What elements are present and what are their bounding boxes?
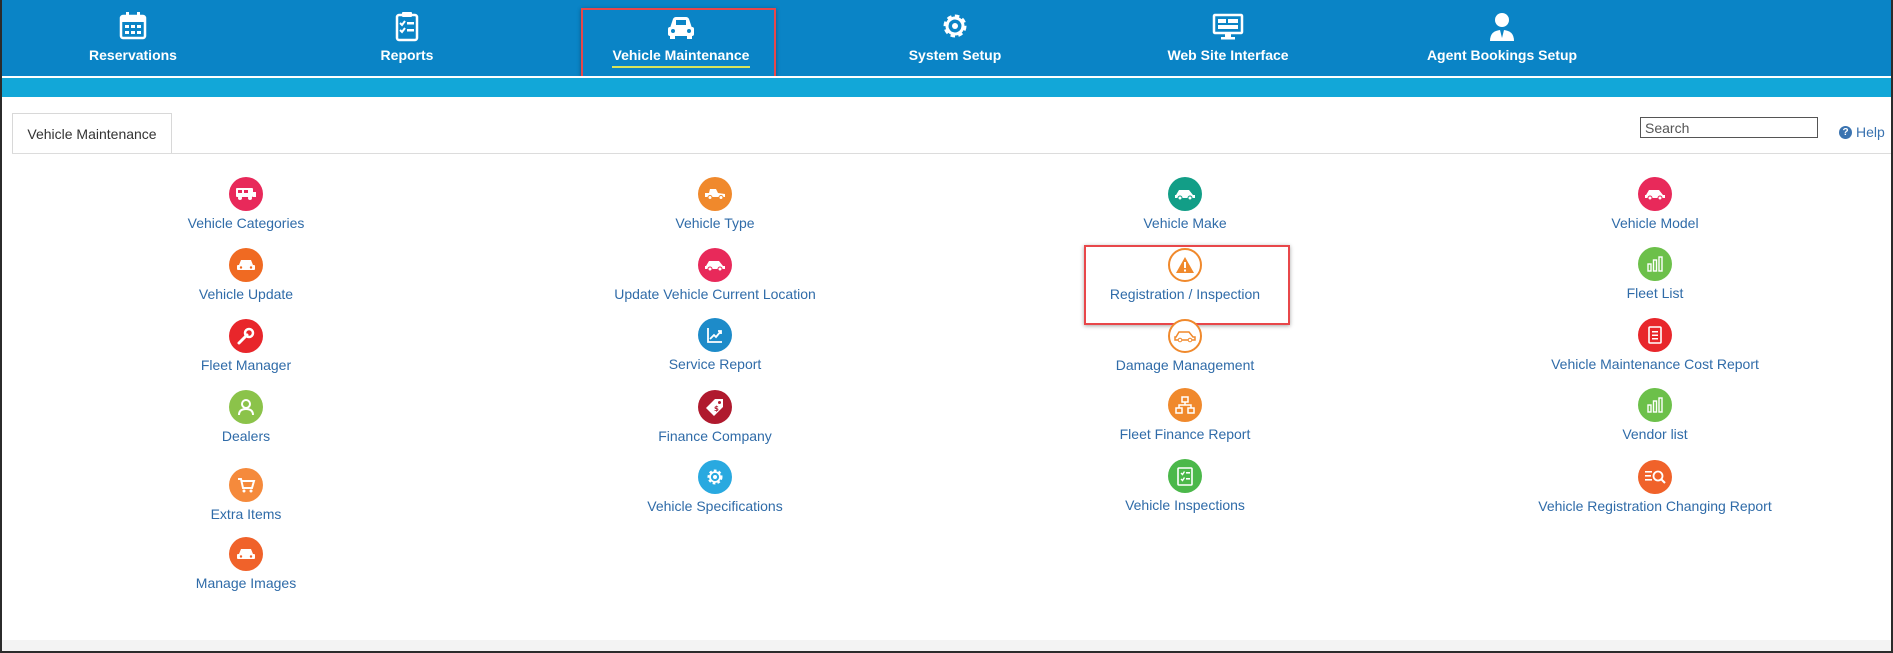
- car-front-icon: [229, 537, 263, 571]
- tab-baseline: [12, 153, 1892, 154]
- bar-chart-icon: [1638, 388, 1672, 422]
- search-list-icon: [1638, 460, 1672, 494]
- nav-label: Reservations: [89, 47, 177, 63]
- menu-item-registration-inspection[interactable]: Registration / Inspection: [1025, 248, 1345, 302]
- menu-item-label: Vehicle Inspections: [1125, 497, 1245, 513]
- car-side-icon: [698, 248, 732, 282]
- menu-item-vehicle-registration-changing-report[interactable]: Vehicle Registration Changing Report: [1495, 460, 1815, 514]
- menu-item-vehicle-specifications[interactable]: Vehicle Specifications: [555, 460, 875, 514]
- agent-icon: [1490, 13, 1514, 41]
- menu-item-service-report[interactable]: Service Report: [555, 318, 875, 372]
- document-icon: [1638, 318, 1672, 352]
- car-side-icon: [1168, 177, 1202, 211]
- nav-item-reports[interactable]: Reports: [297, 10, 517, 70]
- menu-item-label: Vehicle Maintenance Cost Report: [1551, 356, 1759, 372]
- menu-item-vehicle-update[interactable]: Vehicle Update: [86, 248, 406, 302]
- menu-item-vehicle-model[interactable]: Vehicle Model: [1495, 177, 1815, 231]
- nav-label: System Setup: [908, 47, 1002, 63]
- trend-chart-icon: [698, 318, 732, 352]
- menu-item-label: Dealers: [221, 428, 271, 444]
- pickup-icon: [698, 177, 732, 211]
- gear-icon: [943, 14, 967, 38]
- menu-item-extra-items[interactable]: Extra Items: [86, 468, 406, 522]
- person-icon: [229, 390, 263, 424]
- highlight-box-nav: [581, 8, 776, 83]
- footer-bar: [2, 640, 1891, 651]
- menu-item-label: Fleet Manager: [200, 357, 292, 373]
- car-side-icon: [1638, 177, 1672, 211]
- rv-icon: [229, 177, 263, 211]
- menu-item-damage-management[interactable]: Damage Management: [1025, 319, 1345, 373]
- menu-item-fleet-list[interactable]: Fleet List: [1495, 247, 1815, 301]
- menu-item-update-vehicle-current-location[interactable]: Update Vehicle Current Location: [555, 248, 875, 302]
- menu-item-label: Damage Management: [1115, 357, 1255, 373]
- help-link[interactable]: ? Help: [1839, 124, 1885, 140]
- menu-item-label: Vehicle Make: [1143, 215, 1227, 231]
- nav-item-agent-bookings-setup[interactable]: Agent Bookings Setup: [1392, 10, 1612, 70]
- tab-label: Vehicle Maintenance: [27, 125, 157, 142]
- help-label: Help: [1856, 124, 1885, 140]
- nav-item-system-setup[interactable]: System Setup: [845, 10, 1065, 70]
- tab-vehicle-maintenance[interactable]: Vehicle Maintenance: [12, 113, 172, 153]
- wrench-icon: [229, 319, 263, 353]
- menu-item-label: Finance Company: [658, 428, 772, 444]
- top-navigation-bar: Reservations Reports Vehicle Maintenance…: [0, 0, 1893, 76]
- menu-item-label: Fleet Finance Report: [1119, 426, 1251, 442]
- nav-item-reservations[interactable]: Reservations: [23, 10, 243, 70]
- menu-item-label: Extra Items: [210, 506, 282, 522]
- menu-item-label: Vendor list: [1622, 426, 1688, 442]
- menu-item-dealers[interactable]: Dealers: [86, 390, 406, 444]
- calendar-icon: [119, 12, 147, 40]
- nav-label: Reports: [380, 47, 434, 63]
- warning-icon: [1168, 248, 1202, 282]
- menu-item-vehicle-make[interactable]: Vehicle Make: [1025, 177, 1345, 231]
- org-chart-icon: [1168, 388, 1202, 422]
- menu-item-manage-images[interactable]: Manage Images: [86, 537, 406, 591]
- menu-item-label: Vehicle Categories: [187, 215, 305, 231]
- menu-item-label: Fleet List: [1626, 285, 1684, 301]
- menu-item-vehicle-maintenance-cost-report[interactable]: Vehicle Maintenance Cost Report: [1495, 318, 1815, 372]
- menu-item-vendor-list[interactable]: Vendor list: [1495, 388, 1815, 442]
- damaged-car-icon: [1168, 319, 1202, 353]
- question-circle-icon: ?: [1839, 125, 1852, 139]
- menu-item-label: Vehicle Model: [1611, 215, 1699, 231]
- menu-item-label: Vehicle Registration Changing Report: [1538, 498, 1772, 514]
- monitor-icon: [1212, 13, 1244, 40]
- menu-item-fleet-manager[interactable]: Fleet Manager: [86, 319, 406, 373]
- menu-item-label: Vehicle Specifications: [647, 498, 783, 514]
- menu-item-label: Service Report: [668, 356, 762, 372]
- checklist-icon: [1168, 459, 1202, 493]
- menu-item-label: Manage Images: [195, 575, 297, 591]
- menu-item-vehicle-inspections[interactable]: Vehicle Inspections: [1025, 459, 1345, 513]
- gear-icon: [698, 460, 732, 494]
- price-tag-icon: $: [698, 390, 732, 424]
- nav-label: Web Site Interface: [1167, 47, 1289, 63]
- bar-chart-icon: [1638, 247, 1672, 281]
- nav-item-web-site-interface[interactable]: Web Site Interface: [1118, 10, 1338, 70]
- search-input[interactable]: [1640, 117, 1818, 138]
- menu-item-vehicle-categories[interactable]: Vehicle Categories: [86, 177, 406, 231]
- menu-item-vehicle-type[interactable]: Vehicle Type: [555, 177, 875, 231]
- sub-navigation-bar: [0, 78, 1893, 97]
- clipboard-checklist-icon: [395, 12, 419, 42]
- menu-item-label: Registration / Inspection: [1109, 286, 1261, 302]
- menu-item-fleet-finance-report[interactable]: Fleet Finance Report: [1025, 388, 1345, 442]
- cart-icon: [229, 468, 263, 502]
- menu-item-label: Vehicle Type: [675, 215, 755, 231]
- menu-item-finance-company[interactable]: $ Finance Company: [555, 390, 875, 444]
- menu-item-label: Update Vehicle Current Location: [614, 286, 816, 302]
- svg-text:$: $: [714, 405, 719, 413]
- car-front-icon: [229, 248, 263, 282]
- nav-label: Agent Bookings Setup: [1426, 47, 1578, 63]
- menu-item-label: Vehicle Update: [198, 286, 294, 302]
